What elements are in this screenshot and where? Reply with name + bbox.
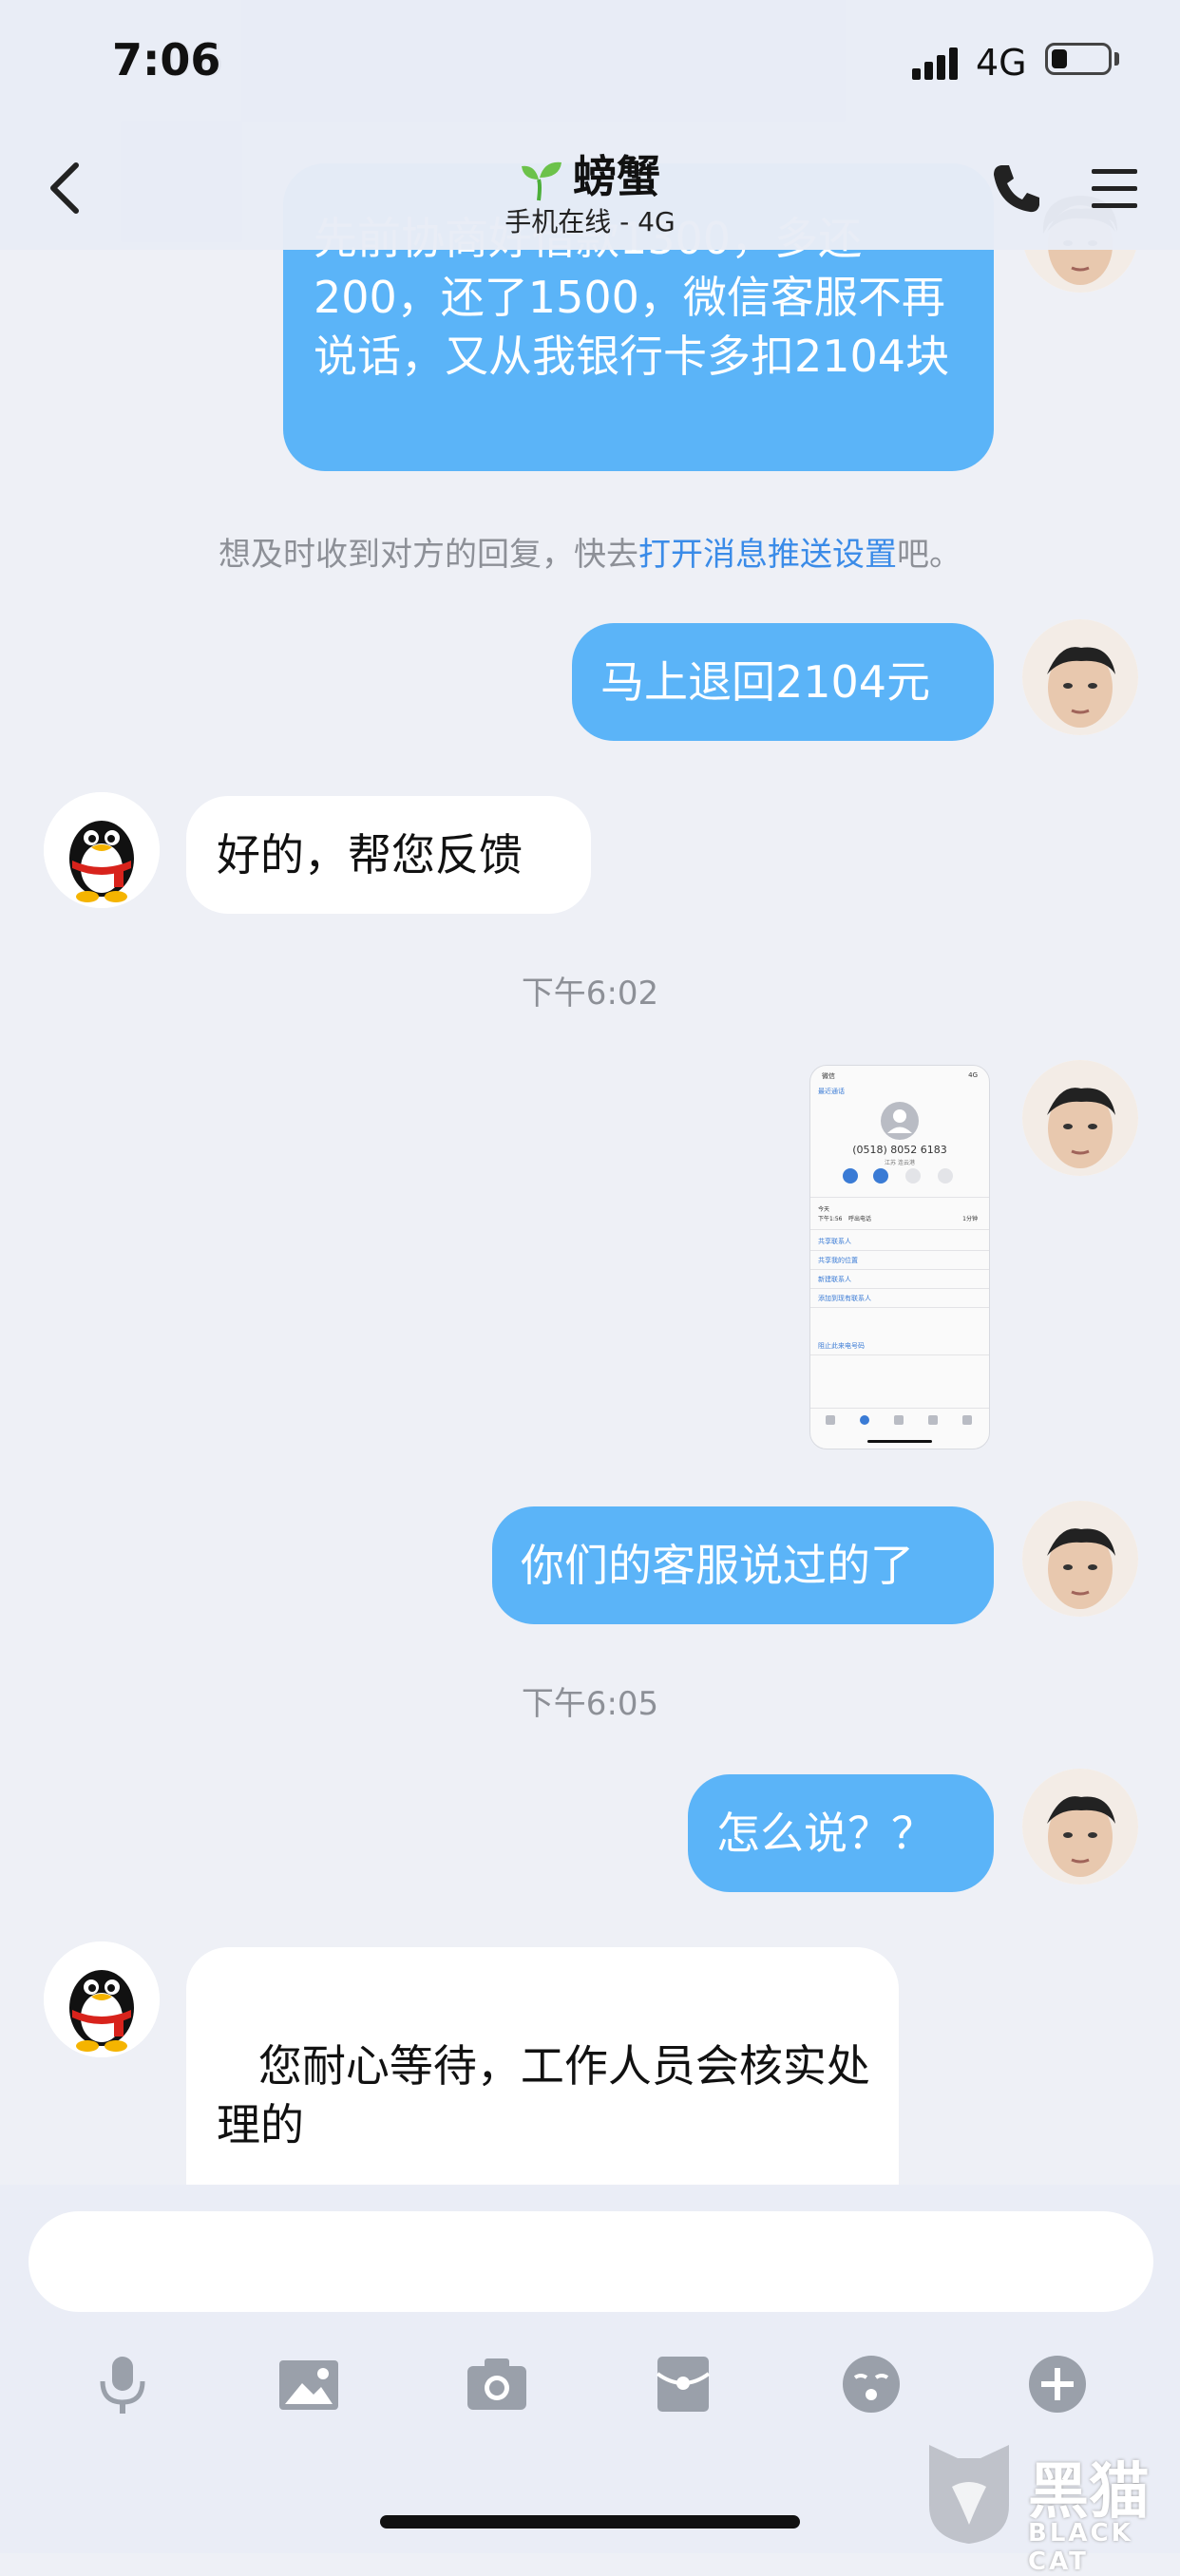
push-notice: 想及时收到对方的回复，快去打开消息推送设置吧。 (0, 528, 1180, 575)
header-content: 7:06 4G 螃蟹 手机在线 - 4G (0, 0, 1180, 250)
message-text: 您耐心等待，工作人员会核实处理的 (217, 2040, 870, 2150)
message-text: 好的，帮您反馈 (217, 829, 523, 881)
push-settings-link[interactable]: 打开消息推送设置 (638, 536, 897, 574)
mic-icon[interactable] (89, 2351, 156, 2417)
watermark-en: BLACK CAT (1028, 2519, 1133, 2576)
thumb-link: 新建联系人 (818, 1276, 851, 1283)
my-avatar[interactable] (1022, 619, 1138, 735)
thumb-time: 下午1:56 (818, 1216, 843, 1222)
thumb-sub: 江苏 连云港 (885, 1160, 915, 1166)
red-packet-icon[interactable] (650, 2351, 716, 2417)
message-text: 怎么说？？ (716, 1808, 935, 1859)
message-text: 你们的客服说过的了 (521, 1540, 914, 1591)
message-bubble-sent[interactable]: 怎么说？？ (688, 1774, 994, 1892)
sprout-icon (522, 161, 561, 200)
timestamp: 下午6:02 (521, 975, 659, 1013)
message-input[interactable] (29, 2211, 1153, 2312)
battery-cap (1114, 52, 1119, 66)
message-bubble-sent[interactable]: 马上退回2104元 (572, 623, 994, 741)
message-bubble-sent[interactable]: 你们的客服说过的了 (492, 1506, 994, 1624)
thumb-back: 最近通话 (818, 1088, 845, 1095)
message-text: 马上退回2104元 (600, 656, 931, 708)
notice-text: 想及时收到对方的回复，快去 (219, 536, 638, 574)
message-bubble-received[interactable]: 您耐心等待，工作人员会核实处理的 (186, 1947, 899, 2194)
contact-avatar[interactable] (44, 792, 160, 908)
notice-suffix: 吧。 (897, 536, 961, 574)
image-message[interactable]: 微信 4G 最近通话 (0518) 8052 6183 江苏 连云港 今天 下午… (809, 1065, 990, 1449)
camera-icon[interactable] (464, 2351, 530, 2417)
my-avatar[interactable] (1022, 1060, 1138, 1176)
contact-avatar[interactable] (44, 1941, 160, 2057)
battery-icon (1045, 43, 1112, 75)
thumb-link: 添加到现有联系人 (818, 1295, 871, 1302)
thumb-number: (0518) 8052 6183 (852, 1144, 947, 1156)
my-avatar[interactable] (1022, 1501, 1138, 1617)
plus-icon[interactable] (1024, 2351, 1091, 2417)
thumb-link: 共享我的位置 (818, 1257, 858, 1264)
emoji-icon[interactable] (838, 2351, 904, 2417)
home-indicator (380, 2515, 800, 2529)
network-type: 4G (976, 42, 1027, 84)
thumb-duration: 1分钟 (962, 1216, 978, 1222)
thumb-today: 今天 (818, 1206, 830, 1213)
black-cat-logo-icon (929, 2445, 1009, 2544)
contact-name: 螃蟹 (573, 151, 660, 202)
thumb-link: 阻止此来电号码 (818, 1342, 865, 1350)
signal-icon (912, 47, 961, 80)
watermark-cn: 黑猫 (1028, 2457, 1150, 2528)
timestamp: 下午6:05 (521, 1685, 659, 1723)
phone-icon[interactable] (988, 160, 1045, 217)
menu-icon[interactable] (1086, 161, 1143, 215)
thumb-link: 共享联系人 (818, 1238, 851, 1245)
status-time: 7:06 (112, 34, 221, 85)
my-avatar[interactable] (1022, 1769, 1138, 1885)
message-bubble-received[interactable]: 好的，帮您反馈 (186, 796, 591, 914)
image-icon[interactable] (276, 2351, 342, 2417)
thumb-type: 呼出电话 (848, 1216, 872, 1222)
